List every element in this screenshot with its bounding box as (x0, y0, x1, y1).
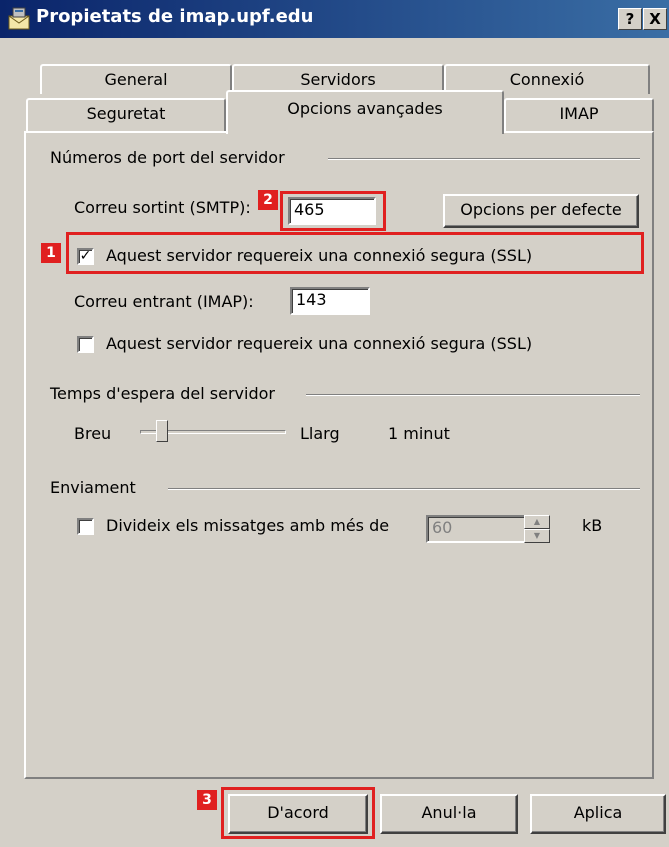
smtp-ssl-checkbox[interactable]: ✓ (77, 248, 94, 265)
spin-up-icon[interactable]: ▲ (524, 515, 550, 529)
cancel-button[interactable]: Anul·la (380, 794, 518, 834)
imap-port-label: Correu entrant (IMAP): (74, 292, 254, 311)
close-button[interactable]: X (643, 8, 667, 30)
timeout-short-label: Breu (74, 424, 112, 443)
check-mark-icon: ✓ (79, 248, 92, 264)
apply-button[interactable]: Aplica (530, 794, 666, 834)
group-divider (306, 394, 640, 396)
split-size-input[interactable]: 60 (426, 515, 526, 543)
annotation-badge-2: 2 (258, 190, 278, 210)
imap-ssl-label[interactable]: Aquest servidor requereix una connexió s… (106, 334, 532, 353)
smtp-ssl-label[interactable]: Aquest servidor requereix una connexió s… (106, 246, 532, 265)
imap-port-input[interactable]: 143 (290, 287, 370, 315)
tab-opcions-avancades[interactable]: Opcions avançades (226, 90, 504, 134)
title-bar[interactable]: Propietats de imap.upf.edu ? X (0, 0, 669, 38)
smtp-port-label: Correu sortint (SMTP): (74, 198, 251, 217)
window-title: Propietats de imap.upf.edu (36, 6, 314, 27)
tab-imap[interactable]: IMAP (504, 98, 654, 132)
mail-server-icon (8, 7, 30, 30)
annotation-badge-1: 1 (41, 243, 61, 263)
group-divider (328, 158, 640, 160)
timeout-slider-thumb[interactable] (156, 420, 169, 442)
smtp-port-input[interactable]: 465 (288, 197, 376, 225)
group-divider (168, 488, 640, 490)
split-messages-label[interactable]: Divideix els missatges amb més de (106, 516, 389, 535)
imap-ssl-checkbox[interactable] (77, 336, 94, 353)
split-size-unit: kB (582, 516, 603, 535)
ok-button[interactable]: D'acord (228, 794, 368, 834)
spin-down-icon[interactable]: ▼ (524, 529, 550, 543)
ports-group-label: Números de port del servidor (50, 148, 285, 167)
split-size-spinner[interactable]: ▲ ▼ (524, 515, 550, 543)
annotation-badge-3: 3 (197, 790, 217, 810)
tab-panel (24, 131, 654, 779)
split-messages-checkbox[interactable] (77, 518, 94, 535)
timeout-long-label: Llarg (300, 424, 340, 443)
timeout-value: 1 minut (388, 424, 450, 443)
defaults-button[interactable]: Opcions per defecte (443, 194, 639, 228)
tab-general[interactable]: General (40, 64, 232, 94)
tab-seguretat[interactable]: Seguretat (26, 98, 226, 132)
sending-group-label: Enviament (50, 478, 136, 497)
properties-dialog: Propietats de imap.upf.edu ? X General S… (0, 0, 669, 847)
timeout-group-label: Temps d'espera del servidor (50, 384, 275, 403)
help-button[interactable]: ? (618, 8, 642, 30)
